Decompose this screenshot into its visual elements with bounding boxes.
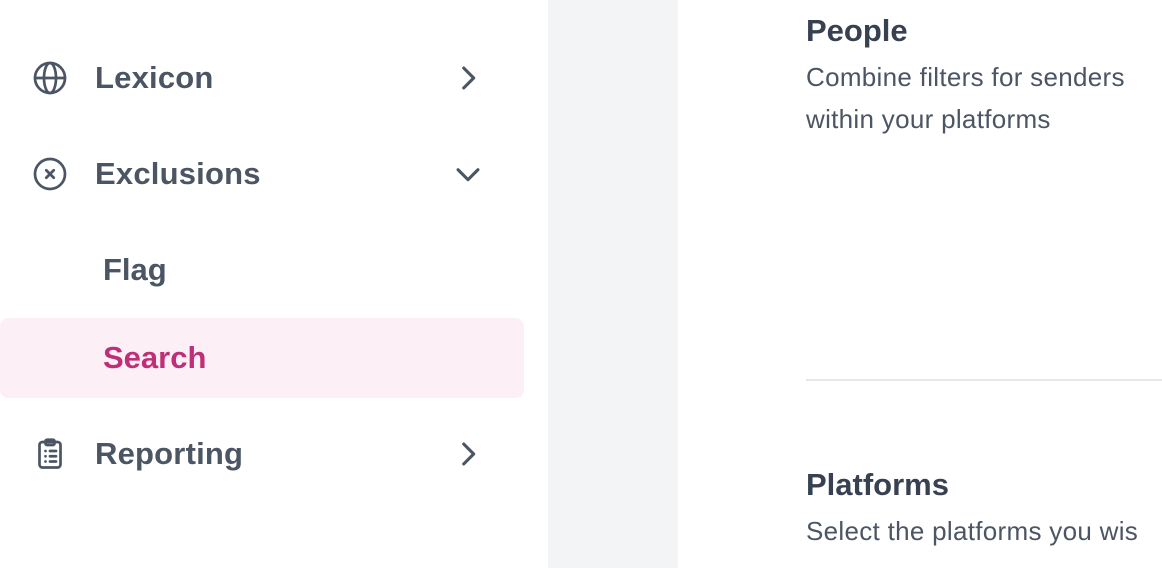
sidebar-item-lexicon[interactable]: Lexicon <box>0 38 524 118</box>
chevron-right-icon <box>450 436 486 472</box>
chevron-right-icon <box>450 60 486 96</box>
sidebar-item-label: Lexicon <box>95 60 214 95</box>
people-section-description: within your platforms <box>806 104 1051 134</box>
sidebar-subitem-label: Search <box>103 340 207 375</box>
platforms-section-title: Platforms <box>806 467 949 502</box>
main-content: People Combine filters for senders withi… <box>678 0 1162 568</box>
chevron-down-icon <box>450 156 486 192</box>
x-circle-icon <box>32 156 68 192</box>
people-section-title: People <box>806 13 908 48</box>
people-section-description: Combine filters for senders <box>806 62 1125 92</box>
sidebar-item-exclusions[interactable]: Exclusions <box>0 134 524 214</box>
globe-icon <box>32 60 68 96</box>
sidebar-subitem-search[interactable]: Search <box>0 318 524 398</box>
app-root: Lexicon Exclusions Flag Search Reporting… <box>0 0 1162 568</box>
sidebar-subitem-label: Flag <box>103 252 167 287</box>
sidebar-item-label: Reporting <box>95 436 244 471</box>
sidebar-item-label: Exclusions <box>95 156 261 191</box>
section-divider <box>806 379 1162 381</box>
clipboard-list-icon <box>32 436 68 472</box>
layout-gutter <box>548 0 678 568</box>
sidebar: Lexicon Exclusions Flag Search Reporting <box>0 0 548 568</box>
sidebar-subitem-flag[interactable]: Flag <box>0 230 524 310</box>
platforms-section-description: Select the platforms you wis <box>806 516 1139 546</box>
sidebar-item-reporting[interactable]: Reporting <box>0 414 524 494</box>
